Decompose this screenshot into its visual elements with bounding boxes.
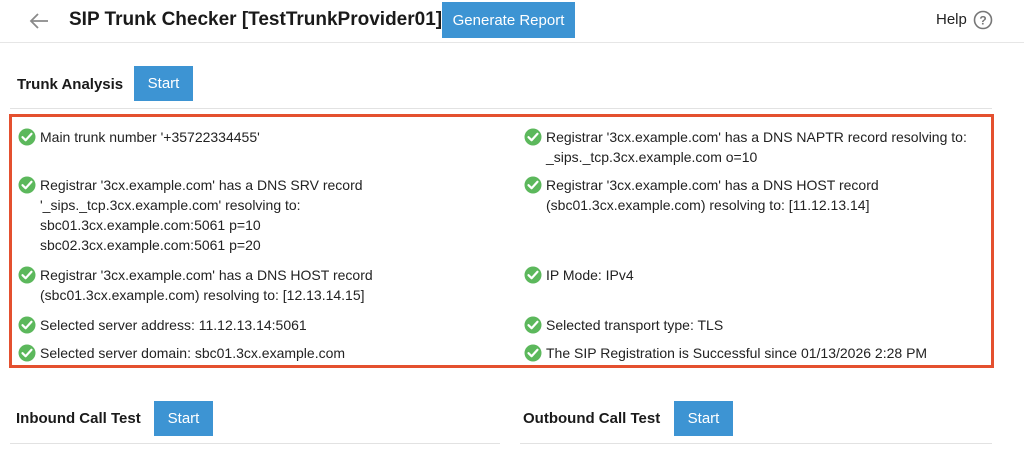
result-text: Registrar '3cx.example.com' has a DNS SR… — [40, 175, 363, 255]
result-text: Registrar '3cx.example.com' has a DNS HO… — [546, 175, 879, 215]
trunk-analysis-title: Trunk Analysis — [17, 76, 124, 93]
result-line: (sbc01.3cx.example.com) resolving to: [1… — [546, 197, 870, 213]
result-text: Main trunk number '+35722334455' — [40, 127, 260, 147]
result-text: Registrar '3cx.example.com' has a DNS HO… — [40, 265, 373, 305]
result-line: Selected server domain: sbc01.3cx.exampl… — [40, 345, 346, 361]
inbound-call-test-start-button[interactable]: Start — [154, 401, 213, 436]
result-line: sbc02.3cx.example.com:5061 p=20 — [40, 237, 261, 253]
success-check-icon — [18, 316, 36, 334]
success-check-icon — [18, 176, 36, 194]
result-line: Registrar '3cx.example.com' has a DNS NA… — [546, 129, 967, 145]
result-text: Registrar '3cx.example.com' has a DNS NA… — [546, 127, 967, 167]
success-check-icon — [524, 176, 542, 194]
inbound-call-test-title: Inbound Call Test — [16, 410, 141, 427]
result-text: Selected server address: 11.12.13.14:506… — [40, 315, 307, 335]
success-check-icon — [18, 266, 36, 284]
success-check-icon — [18, 128, 36, 146]
outbound-call-test-start-button[interactable]: Start — [674, 401, 733, 436]
result-line: Selected server address: 11.12.13.14:506… — [40, 317, 307, 333]
result-line: IP Mode: IPv4 — [546, 267, 634, 283]
trunk-analysis-results: Main trunk number '+35722334455' Registra… — [9, 114, 994, 368]
result-line: _sips._tcp.3cx.example.com o=10 — [546, 149, 758, 165]
result-line: (sbc01.3cx.example.com) resolving to: [1… — [40, 287, 365, 303]
result-line: Registrar '3cx.example.com' has a DNS HO… — [546, 177, 879, 193]
result-line: Registrar '3cx.example.com' has a DNS SR… — [40, 177, 363, 193]
generate-report-button[interactable]: Generate Report — [442, 2, 575, 38]
success-check-icon — [18, 344, 36, 362]
result-line: Registrar '3cx.example.com' has a DNS HO… — [40, 267, 373, 283]
success-check-icon — [524, 266, 542, 284]
result-line: The SIP Registration is Successful since… — [546, 345, 928, 361]
success-check-icon — [524, 344, 542, 362]
app-header: SIP Trunk Checker [TestTrunkProvider01] … — [0, 0, 1024, 43]
result-line: sbc01.3cx.example.com:5061 p=10 — [40, 217, 261, 233]
result-line: Selected transport type: TLS — [546, 317, 724, 333]
result-text: Selected server domain: sbc01.3cx.exampl… — [40, 343, 345, 363]
outbound-call-test-title: Outbound Call Test — [523, 410, 661, 427]
inbound-divider — [10, 443, 500, 444]
svg-text:?: ? — [979, 14, 986, 28]
result-text: Selected transport type: TLS — [546, 315, 723, 335]
trunk-analysis-start-button[interactable]: Start — [134, 66, 193, 101]
section-divider — [10, 108, 992, 109]
back-arrow-icon[interactable] — [28, 10, 50, 32]
help-link[interactable]: Help — [936, 11, 967, 28]
outbound-divider — [520, 443, 992, 444]
success-check-icon — [524, 128, 542, 146]
result-text: The SIP Registration is Successful since… — [546, 343, 927, 363]
result-text: IP Mode: IPv4 — [546, 265, 634, 285]
success-check-icon — [524, 316, 542, 334]
help-circle-icon[interactable]: ? — [973, 10, 993, 30]
result-line: Main trunk number '+35722334455' — [40, 129, 260, 145]
result-line: '_sips._tcp.3cx.example.com' resolving t… — [40, 197, 301, 213]
page-title: SIP Trunk Checker [TestTrunkProvider01] — [69, 9, 443, 30]
